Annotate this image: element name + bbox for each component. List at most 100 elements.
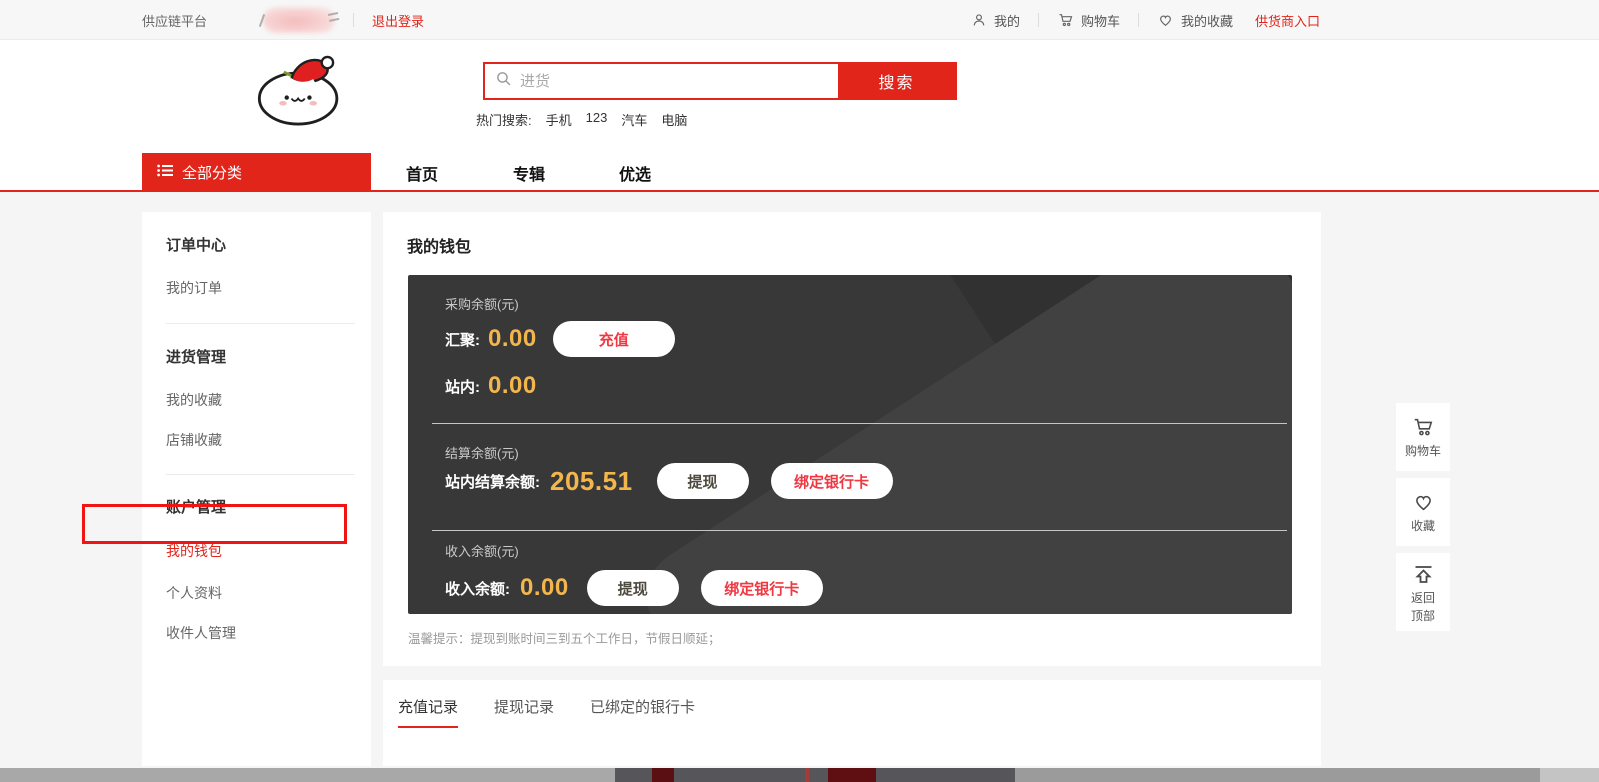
supplier-entry-link[interactable]: 供货商入口 — [1255, 11, 1320, 30]
scrollbar-segment — [1015, 768, 1540, 782]
withdraw-button[interactable]: 提现 — [657, 463, 749, 499]
main-nav: 全部分类 首页 专辑 优选 — [0, 153, 1599, 192]
sidebar-item-profile[interactable]: 个人资料 — [166, 583, 371, 603]
withdraw-button[interactable]: 提现 — [587, 570, 679, 606]
favorites-label: 我的收藏 — [1181, 11, 1233, 30]
balance-value: 0.00 — [488, 325, 537, 353]
page-title: 我的钱包 — [407, 233, 471, 257]
scrollbar-segment — [0, 768, 615, 782]
bind-bank-card-button[interactable]: 绑定银行卡 — [701, 570, 823, 606]
nav-item-album[interactable]: 专辑 — [513, 153, 545, 192]
hot-keyword[interactable]: 123 — [586, 110, 608, 129]
sidebar-section-account-mgmt: 账户管理 — [166, 496, 371, 517]
balance-label: 站内: — [445, 376, 480, 397]
floating-cart-label: 购物车 — [1405, 442, 1441, 459]
divider — [1038, 13, 1039, 27]
favorites-link[interactable]: 我的收藏 — [1157, 11, 1233, 30]
tab-recharge-records[interactable]: 充值记录 — [398, 696, 458, 728]
back-to-top-button[interactable]: 返回 顶部 — [1396, 553, 1450, 631]
scrollbar-segment — [615, 768, 1015, 782]
sidebar-item-my-favorites[interactable]: 我的收藏 — [166, 390, 371, 410]
hot-keyword[interactable]: 汽车 — [621, 110, 647, 129]
floating-cart-button[interactable]: 购物车 — [1396, 403, 1450, 471]
search-button[interactable]: 搜索 — [838, 64, 955, 98]
balance-card: 采购余额(元) 汇聚: 0.00 充值 站内: 0.00 结算余额(元) 站内结… — [408, 275, 1292, 614]
back-to-top-label-1: 返回 — [1411, 591, 1435, 606]
sidebar-divider — [166, 323, 355, 324]
income-balance-row: 收入余额: 0.00 提现 绑定银行卡 — [445, 570, 823, 606]
my-account-link[interactable]: 我的 — [971, 11, 1020, 30]
wallet-panel: 我的钱包 采购余额(元) 汇聚: 0.00 充值 站内: 0.00 结算余额(元… — [383, 212, 1321, 666]
logout-link[interactable]: 退出登录 — [372, 11, 424, 30]
nav-item-preferred[interactable]: 优选 — [619, 153, 651, 192]
tab-bound-bank-cards[interactable]: 已绑定的银行卡 — [590, 696, 695, 726]
search-input[interactable] — [520, 64, 838, 98]
balance-label: 汇聚: — [445, 329, 480, 350]
nav-item-home[interactable]: 首页 — [406, 153, 438, 192]
recharge-button[interactable]: 充值 — [553, 321, 675, 357]
balance-value: 0.00 — [488, 372, 537, 400]
sidebar-section-purchase-mgmt: 进货管理 — [166, 346, 371, 367]
topbar-right: 我的 购物车 我的收藏 供货商入口 — [971, 0, 1320, 40]
divider — [353, 13, 354, 27]
censor-blur — [263, 7, 335, 33]
footer-peek-accent — [828, 768, 876, 782]
balance-label: 收入余额: — [445, 578, 510, 599]
my-label: 我的 — [994, 11, 1020, 30]
page: 供应链平台 退出登录 我的 — [0, 0, 1599, 782]
settlement-balance-row: 站内结算余额: 205.51 提现 绑定银行卡 — [445, 463, 893, 499]
purchase-balance-row-2: 站内: 0.00 — [445, 368, 537, 404]
sidebar-item-shop-favorites[interactable]: 店铺收藏 — [166, 430, 371, 450]
all-categories-label: 全部分类 — [182, 162, 242, 183]
header: 搜索 热门搜索: 手机 123 汽车 电脑 — [0, 41, 1599, 153]
withdraw-tip-text: 温馨提示：提现到账时间三到五个工作日，节假日顺延； — [408, 628, 721, 647]
hot-keyword[interactable]: 电脑 — [661, 110, 687, 129]
search-icon — [495, 70, 512, 92]
cart-link[interactable]: 购物车 — [1057, 11, 1120, 30]
card-divider — [432, 423, 1287, 424]
balance-value: 0.00 — [520, 574, 569, 602]
sidebar: 订单中心 我的订单 进货管理 我的收藏 店铺收藏 账户管理 我的钱包 个人资料 … — [142, 212, 371, 766]
divider — [1138, 13, 1139, 27]
hot-keyword[interactable]: 手机 — [546, 110, 572, 129]
site-logo[interactable] — [248, 51, 352, 129]
footer-peek-accent — [805, 768, 809, 782]
floating-favorites-label: 收藏 — [1411, 517, 1435, 534]
sidebar-item-recipient-mgmt[interactable]: 收件人管理 — [166, 623, 371, 643]
horizontal-scrollbar[interactable] — [0, 768, 1599, 782]
heart-icon — [1157, 12, 1174, 28]
sidebar-section-order-center: 订单中心 — [166, 234, 371, 255]
sidebar-item-my-wallet[interactable]: 我的钱包 — [166, 541, 371, 561]
search-bar: 搜索 — [483, 62, 957, 100]
floating-favorites-button[interactable]: 收藏 — [1396, 478, 1450, 546]
bind-bank-card-button[interactable]: 绑定银行卡 — [771, 463, 893, 499]
balance-value: 205.51 — [550, 466, 633, 497]
tab-withdraw-records[interactable]: 提现记录 — [494, 696, 554, 726]
cart-icon — [1057, 12, 1074, 28]
purchase-balance-row-1: 汇聚: 0.00 充值 — [445, 321, 675, 357]
topbar: 供应链平台 退出登录 我的 — [0, 0, 1599, 40]
card-decoration — [628, 275, 1292, 614]
settlement-balance-title: 结算余额(元) — [445, 443, 519, 462]
heart-icon — [1411, 491, 1436, 513]
hot-search-label: 热门搜索: — [476, 110, 532, 129]
cart-label: 购物车 — [1081, 11, 1120, 30]
income-balance-title: 收入余额(元) — [445, 541, 519, 560]
purchase-balance-title: 采购余额(元) — [445, 294, 519, 313]
back-to-top-icon — [1411, 563, 1436, 587]
search-input-zone — [485, 64, 838, 98]
sidebar-item-my-orders[interactable]: 我的订单 — [166, 278, 371, 298]
floating-toolbar: 购物车 收藏 返回 顶部 — [1396, 403, 1450, 638]
records-tabs: 充值记录 提现记录 已绑定的银行卡 — [383, 680, 1321, 766]
scrollbar-segment — [1540, 768, 1599, 782]
person-icon — [971, 12, 987, 28]
back-to-top-label-2: 顶部 — [1411, 610, 1435, 622]
username-redacted[interactable] — [263, 7, 335, 33]
sidebar-divider — [166, 474, 355, 475]
platform-label: 供应链平台 — [142, 11, 207, 30]
all-categories-button[interactable]: 全部分类 — [142, 153, 371, 192]
footer-peek-accent — [652, 768, 674, 782]
cart-icon — [1411, 416, 1435, 438]
balance-label: 站内结算余额: — [445, 471, 540, 492]
hot-search-row: 热门搜索: 手机 123 汽车 电脑 — [476, 110, 687, 129]
